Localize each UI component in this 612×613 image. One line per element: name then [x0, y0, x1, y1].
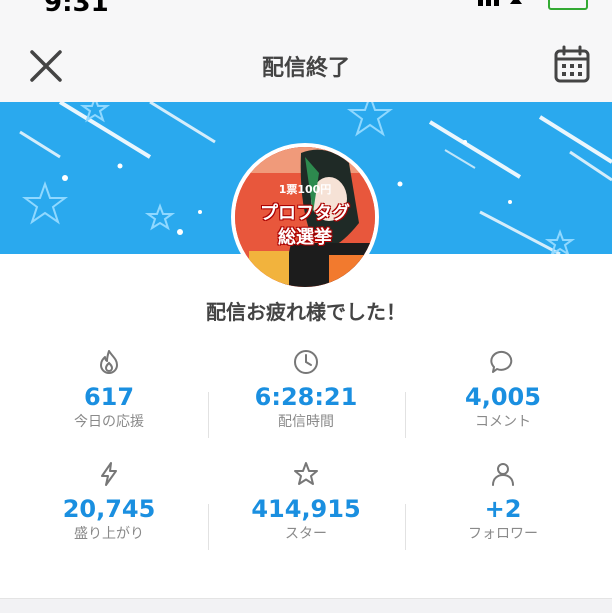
- page-title: 配信終了: [261, 56, 350, 81]
- stat-excitement: 20,745 盛り上がり: [9, 460, 209, 544]
- person-icon: [492, 463, 514, 486]
- flame-icon: [100, 350, 118, 374]
- calendar-icon[interactable]: [552, 44, 592, 84]
- lightning-icon: [101, 462, 117, 486]
- stat-label: コメント: [475, 414, 531, 430]
- stat-duration: 6:28:21 配信時間: [206, 348, 406, 432]
- end-message: 配信お疲れ様でした！: [206, 300, 406, 324]
- stat-label: 今日の応援: [74, 414, 144, 430]
- status-time: 9:31: [44, 0, 109, 18]
- clock-icon: [294, 350, 318, 374]
- stat-comments: 4,005 コメント: [403, 348, 603, 432]
- battery-icon: [548, 0, 588, 10]
- stat-value: 617: [83, 383, 135, 411]
- status-bar: 9:31: [0, 0, 612, 28]
- avatar: 1票100円 プロフタグ 総選挙: [231, 143, 379, 291]
- stat-support: 617 今日の応援: [9, 348, 209, 432]
- stat-followers: +2 フォロワー: [403, 460, 603, 544]
- stat-value: 4,005: [465, 383, 541, 411]
- stat-label: フォロワー: [468, 526, 538, 542]
- signal-icon: [478, 0, 522, 6]
- stat-label: 盛り上がり: [74, 526, 144, 542]
- bottom-separator: [0, 598, 612, 613]
- stat-label: スター: [285, 526, 327, 542]
- star-icon: [294, 462, 318, 485]
- stat-stars: 414,915 スター: [206, 460, 406, 544]
- stat-value: 6:28:21: [254, 383, 358, 411]
- avatar-text-price: 1票100円: [278, 183, 332, 196]
- header-bar: 配信終了: [0, 28, 612, 102]
- stat-label: 配信時間: [278, 414, 334, 430]
- avatar-text-subtitle: 総選挙: [278, 227, 332, 248]
- stat-value: 414,915: [251, 495, 361, 523]
- avatar-text-title: プロフタグ: [260, 203, 350, 224]
- stat-value: +2: [484, 495, 522, 523]
- stat-value: 20,745: [62, 495, 156, 523]
- comment-icon: [490, 350, 513, 373]
